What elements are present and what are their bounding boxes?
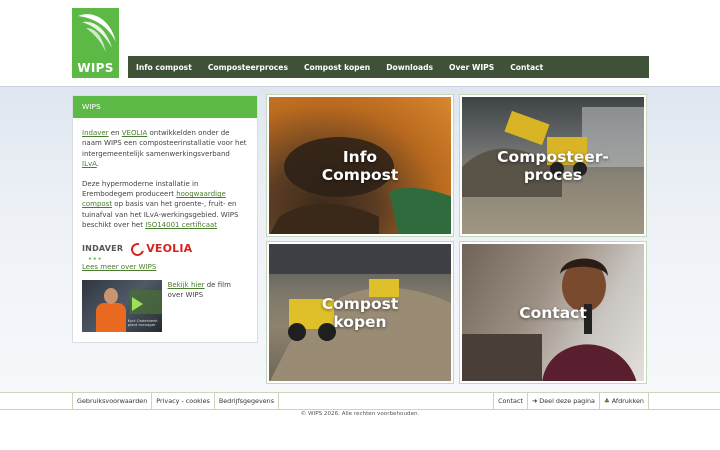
nav-item-over-wips[interactable]: Over WIPS xyxy=(441,63,502,72)
video-row: Kurt Onderbeek plant manager Bekijk hier … xyxy=(82,280,248,333)
video-caption: Kurt Onderbeek plant manager xyxy=(127,318,158,328)
tile-label-line1: Compost xyxy=(321,294,399,313)
tile-composteerproces[interactable]: Composteer-proces xyxy=(459,94,647,237)
indaver-logo[interactable]: INDAVER ••• xyxy=(82,244,124,263)
veolia-link[interactable]: VEOLIA xyxy=(122,129,147,137)
video-thumbnail[interactable]: Kurt Onderbeek plant manager xyxy=(82,280,162,333)
indaver-link[interactable]: Indaver xyxy=(82,129,109,137)
veolia-mark-icon xyxy=(128,240,147,259)
footer-left-links: Gebruiksvoorwaarden Privacy - cookies Be… xyxy=(72,393,280,409)
tile-image-contact-person: Contact xyxy=(462,244,644,381)
tile-contact[interactable]: Contact xyxy=(459,241,647,384)
wips-logo[interactable]: WIPS xyxy=(72,8,119,78)
tile-label: Compost kopen xyxy=(269,295,451,331)
main-nav: Info compost Composteerproces Compost ko… xyxy=(128,56,649,78)
tile-label: Info Compost xyxy=(269,148,451,184)
tile-label-line2: kopen xyxy=(333,312,387,331)
tile-compost-kopen[interactable]: Compost kopen xyxy=(266,241,454,384)
iso-certificate-link[interactable]: ISO14001 certificaat xyxy=(145,221,217,229)
share-page-label: Deel deze pagina xyxy=(539,397,595,405)
indaver-dots-icon: ••• xyxy=(88,256,103,264)
clover-print-icon: ♣ xyxy=(603,397,610,405)
ilva-link[interactable]: ILvA xyxy=(82,160,97,168)
text: . xyxy=(96,160,100,169)
sidebar-body: Indaver en VEOLIA ontwikkelden onder de … xyxy=(73,118,257,333)
tile-label-line1: Composteer- xyxy=(497,147,609,166)
copyright-text: © WIPS 2026. Alle rechten voorbehouden. xyxy=(300,411,420,417)
tile-info-compost[interactable]: Info Compost xyxy=(266,94,454,237)
video-person xyxy=(96,288,126,333)
tile-image-compost-hands: Info Compost xyxy=(269,97,451,234)
intro-paragraph: Indaver en VEOLIA ontwikkelden onder de … xyxy=(82,128,248,170)
tile-image-loader: Compost kopen xyxy=(269,244,451,381)
nav-item-downloads[interactable]: Downloads xyxy=(378,63,441,72)
sidebar-panel: WIPS Indaver en VEOLIA ontwikkelden onde… xyxy=(72,95,258,343)
lees-meer-link[interactable]: Lees meer over WIPS xyxy=(82,262,248,272)
tile-label-line1: Info xyxy=(342,147,378,166)
share-arrow-icon: ➜ xyxy=(531,397,538,405)
footer-contact-link[interactable]: Contact xyxy=(493,393,527,409)
veolia-logo-text: VEOLIA xyxy=(146,242,193,256)
text: en xyxy=(108,129,122,137)
tile-label-line2: Compost xyxy=(321,165,399,184)
privacy-cookies-link[interactable]: Privacy - cookies xyxy=(151,393,214,409)
nav-item-contact[interactable]: Contact xyxy=(502,63,551,72)
play-icon[interactable] xyxy=(132,297,143,312)
tile-label-line2: proces xyxy=(523,165,583,184)
bedrijfsgegevens-link[interactable]: Bedrijfsgegevens xyxy=(213,393,280,409)
veolia-logo[interactable]: VEOLIA xyxy=(128,240,193,259)
nav-item-compost-kopen[interactable]: Compost kopen xyxy=(296,63,378,72)
caption-role: plant manager xyxy=(127,322,156,328)
tile-label: Composteer-proces xyxy=(462,148,644,184)
footer-right-links: Contact ➜ Deel deze pagina ♣ Afdrukken xyxy=(493,393,649,409)
gebruiksvoorwaarden-link[interactable]: Gebruiksvoorwaarden xyxy=(72,393,151,409)
share-page-link[interactable]: ➜ Deel deze pagina xyxy=(526,393,599,409)
logo-text: WIPS xyxy=(77,61,114,75)
tile-image-process-hall: Composteer-proces xyxy=(462,97,644,234)
video-text: Bekijk hier de film over WIPS xyxy=(168,280,248,332)
leaf-swoosh-icon xyxy=(78,14,116,52)
nav-item-composteerproces[interactable]: Composteerproces xyxy=(200,63,296,72)
print-label: Afdrukken xyxy=(611,397,644,405)
bekijk-hier-link[interactable]: Bekijk hier xyxy=(168,281,205,289)
sidebar-title: WIPS xyxy=(73,96,257,118)
indaver-logo-text: INDAVER xyxy=(82,244,124,254)
partner-logos: INDAVER ••• VEOLIA xyxy=(82,240,248,263)
tile-label-line1: Contact xyxy=(519,303,587,322)
nav-item-info-compost[interactable]: Info compost xyxy=(128,63,200,72)
installation-paragraph: Deze hypermoderne installatie in Erembod… xyxy=(82,179,248,231)
print-link[interactable]: ♣ Afdrukken xyxy=(598,393,649,409)
tile-label: Contact xyxy=(462,304,644,322)
